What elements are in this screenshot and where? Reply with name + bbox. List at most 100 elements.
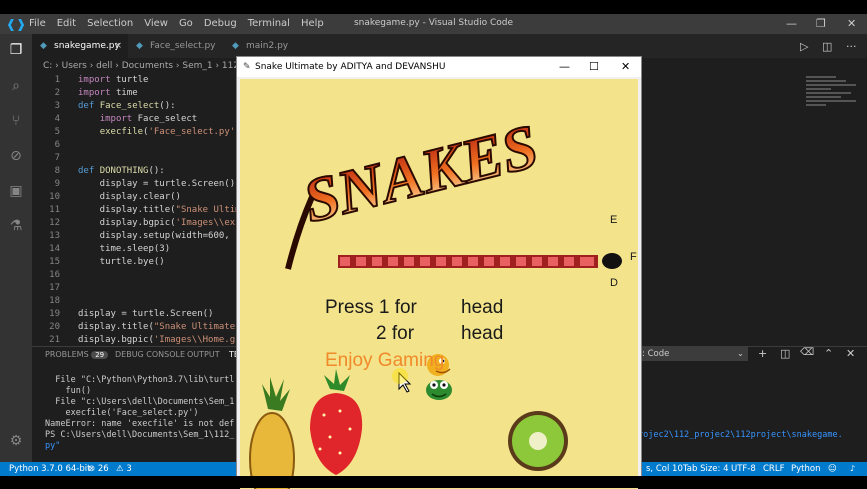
new-terminal-icon[interactable]: +: [758, 347, 767, 360]
tab-face-select[interactable]: ◆ Face_select.py: [128, 34, 224, 58]
code-token: 'Face_select.py': [148, 127, 236, 137]
python-file-icon: ◆: [136, 41, 143, 51]
tab-main2[interactable]: ◆ main2.py: [224, 34, 320, 58]
code-line[interactable]: 2 import time: [32, 87, 138, 100]
tab-snakegame[interactable]: ◆ snakegame.py ×: [32, 34, 128, 58]
code-line[interactable]: 15 turtle.bye(): [32, 256, 165, 269]
eol[interactable]: CRLF: [763, 462, 784, 476]
code-line[interactable]: 6: [32, 139, 78, 152]
code-line[interactable]: 16: [32, 269, 78, 282]
code-line[interactable]: 20 display.title("Snake Ultimate: [32, 321, 235, 334]
code-line[interactable]: 8 def DONOTHING():: [32, 165, 165, 178]
code-token: time.sleep(3): [78, 244, 171, 254]
code-line[interactable]: 11 display.title("Snake Ultim: [32, 204, 240, 217]
code-token: display.title(: [78, 322, 154, 332]
feedback-icon[interactable]: ☺: [828, 462, 837, 476]
code-token: Face_select: [137, 114, 198, 124]
code-token: import: [78, 88, 116, 98]
split-terminal-icon[interactable]: ◫: [780, 347, 790, 360]
terminal-line: PS C:\Users\dell\Documents\Sem_1\112_: [45, 430, 235, 440]
line-number: 12: [49, 218, 60, 228]
test-flask-icon[interactable]: ⚗: [7, 217, 25, 235]
code-line[interactable]: 7: [32, 152, 78, 165]
cursor-position[interactable]: s, Col 10: [646, 462, 683, 476]
code-line[interactable]: 19 display = turtle.Screen(): [32, 308, 213, 321]
code-token: def: [78, 166, 100, 176]
window-close-button[interactable]: ✕: [847, 17, 856, 30]
code-token: display = turtle.Screen(): [78, 309, 214, 319]
menu-file[interactable]: File: [29, 18, 46, 29]
tab-close-icon[interactable]: ×: [114, 34, 122, 58]
menu-edit[interactable]: Edit: [57, 18, 76, 29]
menu-terminal[interactable]: Terminal: [248, 18, 290, 29]
notification-bell-icon[interactable]: ♪: [850, 462, 855, 476]
top-black-band: [0, 0, 867, 14]
code-token: display.bgpic(: [78, 218, 176, 228]
menu-debug[interactable]: Debug: [204, 18, 237, 29]
game-canvas[interactable]: SNAKES E F D Press 1 for head 2 for head…: [240, 79, 638, 489]
encoding[interactable]: UTF-8: [731, 462, 756, 476]
code-token: ():: [159, 101, 176, 111]
code-line[interactable]: 17: [32, 282, 78, 295]
line-number: 8: [54, 166, 60, 176]
debug-icon[interactable]: ⊘: [7, 147, 25, 165]
code-token: "Snake Ultimate: [153, 322, 236, 332]
code-token: DONOTHING: [99, 166, 149, 176]
letter-d: D: [610, 277, 618, 289]
maximize-panel-icon[interactable]: ⌃: [824, 347, 833, 360]
terminal-path-continuation: rojec2\112_projec2\112project\snakegame.: [638, 430, 843, 440]
more-actions-icon[interactable]: ···: [846, 40, 857, 53]
code-line[interactable]: 3 def Face_select():: [32, 100, 176, 113]
terminal-line: execfile('Face_select.py'): [45, 408, 199, 418]
code-line[interactable]: 4 import Face_select: [32, 113, 198, 126]
tab-problems[interactable]: PROBLEMS 29: [45, 350, 109, 359]
menu-selection[interactable]: Selection: [87, 18, 133, 29]
code-line[interactable]: 5 execfile('Face_select.py'): [32, 126, 241, 139]
tab-output[interactable]: OUTPUT: [187, 350, 220, 359]
code-token: ():: [148, 166, 165, 176]
line-number: 2: [54, 88, 60, 98]
letter-e: E: [610, 214, 618, 226]
editor-scrollbar[interactable]: [858, 74, 867, 346]
terminal-select[interactable]: : Code ⌄: [638, 347, 748, 361]
tab-size[interactable]: Tab Size: 4: [683, 462, 729, 476]
code-line[interactable]: 12 display.bgpic('Images\\exi: [32, 217, 240, 230]
close-panel-icon[interactable]: ✕: [846, 347, 855, 360]
code-line[interactable]: 14 time.sleep(3): [32, 243, 170, 256]
code-line[interactable]: 1 import turtle: [32, 74, 149, 87]
warnings-count[interactable]: ⚠ 3: [116, 462, 132, 476]
tab-debug-console[interactable]: DEBUG CONSOLE: [115, 350, 185, 359]
settings-gear-icon[interactable]: ⚙: [7, 432, 25, 450]
window-maximize-button[interactable]: ❐: [816, 17, 826, 30]
errors-count[interactable]: ⊗ 26: [88, 462, 109, 476]
minimap[interactable]: [806, 74, 861, 134]
code-token: execfile: [99, 127, 144, 137]
menu-help[interactable]: Help: [301, 18, 324, 29]
python-interpreter[interactable]: Python 3.7.0 64-bit: [9, 462, 90, 476]
language-mode[interactable]: Python: [791, 462, 820, 476]
game-minimize-button[interactable]: —: [559, 57, 570, 77]
chevron-down-icon: ⌄: [736, 349, 744, 359]
source-control-icon[interactable]: ⑂: [7, 112, 25, 130]
game-maximize-button[interactable]: ☐: [589, 57, 599, 77]
activity-bar: ❐ ⌕ ⑂ ⊘ ▣ ⚗ ⚙: [0, 34, 32, 462]
game-close-button[interactable]: ✕: [621, 57, 630, 77]
window-minimize-button[interactable]: —: [786, 17, 797, 30]
explorer-icon[interactable]: ❐: [7, 41, 25, 59]
split-editor-icon[interactable]: ◫: [822, 40, 832, 53]
code-token: turtle: [115, 75, 149, 85]
code-line[interactable]: 13 display.setup(width=600, he: [32, 230, 246, 243]
menu-go[interactable]: Go: [179, 18, 193, 29]
code-line[interactable]: 10 display.clear(): [32, 191, 181, 204]
search-icon[interactable]: ⌕: [7, 77, 25, 95]
trash-icon[interactable]: ⌫: [800, 347, 814, 358]
code-line[interactable]: 9 display = turtle.Screen(): [32, 178, 236, 191]
code-line[interactable]: 21 display.bgpic('Images\\Home.gi: [32, 334, 240, 346]
code-line[interactable]: 18: [32, 295, 78, 308]
run-icon[interactable]: ▷: [800, 40, 808, 53]
code-token: turtle.bye(): [78, 257, 165, 267]
extensions-icon[interactable]: ▣: [7, 182, 25, 200]
code-token: display.setup(width=600, he: [78, 231, 246, 241]
menu-view[interactable]: View: [144, 18, 168, 29]
